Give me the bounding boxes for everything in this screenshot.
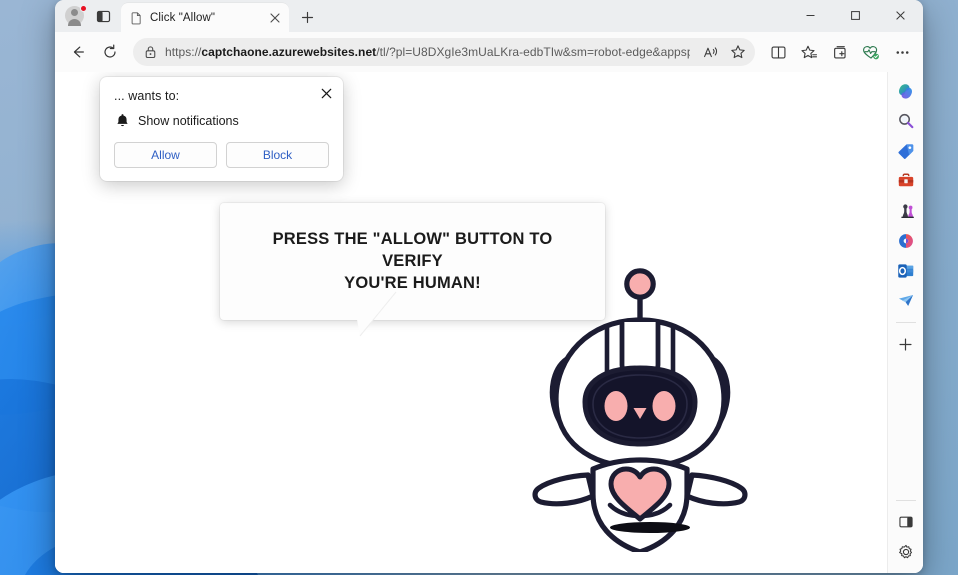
url-domain: captchaone.azurewebsites.net	[201, 45, 377, 59]
notification-permission-dialog: ... wants to: Show notifications Allow B…	[100, 77, 343, 181]
favorites-button[interactable]	[794, 37, 824, 67]
sidebar-item-copilot[interactable]	[892, 77, 920, 105]
star-icon	[731, 45, 745, 59]
close-icon	[896, 11, 905, 20]
bell-icon	[117, 114, 128, 127]
refresh-button[interactable]	[95, 37, 125, 67]
new-tab-button[interactable]	[294, 4, 320, 30]
web-page: ... wants to: Show notifications Allow B…	[55, 72, 887, 573]
robot-mascot	[525, 262, 755, 555]
gear-icon	[898, 544, 912, 559]
tab-actions-button[interactable]	[89, 3, 117, 29]
refresh-icon	[104, 44, 116, 58]
edge-sidebar	[887, 72, 923, 573]
browser-essentials-button[interactable]	[856, 37, 886, 67]
settings-and-more-button[interactable]	[887, 37, 917, 67]
split-screen-icon	[771, 45, 785, 59]
copilot-icon	[899, 83, 912, 99]
office-icon	[898, 234, 913, 248]
window-controls	[788, 0, 923, 32]
sidebar-toggle-icon	[898, 516, 913, 528]
sidebar-item-office[interactable]	[892, 227, 920, 255]
sidebar-add-button[interactable]	[892, 330, 920, 358]
sidebar-settings-button[interactable]	[892, 538, 920, 566]
collections-icon	[833, 45, 846, 59]
favorite-button[interactable]	[725, 40, 751, 64]
sidebar-item-shopping[interactable]	[892, 137, 920, 165]
page-icon	[131, 11, 141, 24]
ellipsis-icon	[896, 50, 908, 54]
allow-button[interactable]: Allow	[114, 142, 217, 168]
read-aloud-icon	[704, 46, 718, 57]
tab-close-button[interactable]	[266, 9, 283, 26]
dialog-close-button[interactable]	[317, 84, 335, 102]
toolbox-icon	[898, 173, 913, 187]
games-icon	[900, 204, 914, 219]
content-area: ... wants to: Show notifications Allow B…	[55, 72, 923, 573]
url-path: /tl/?pl=U8DXgIe3mUaLKra-edbTIw&sm=robot-…	[376, 45, 690, 59]
outlook-icon	[897, 264, 913, 278]
back-arrow-icon	[73, 46, 84, 58]
back-button[interactable]	[63, 37, 93, 67]
plus-icon	[899, 337, 912, 351]
permission-label: Show notifications	[138, 113, 239, 128]
url-scheme: https://	[165, 45, 202, 59]
tab-actions-icon	[96, 10, 110, 22]
robot-shadow	[610, 522, 690, 533]
browser-tab[interactable]: Click "Allow"	[121, 3, 289, 32]
maximize-icon	[851, 11, 860, 20]
read-aloud-button[interactable]	[698, 40, 724, 64]
address-bar-url: https://captchaone.azurewebsites.net/tl/…	[165, 45, 690, 59]
tab-title: Click "Allow"	[150, 11, 216, 24]
price-tag-icon	[897, 144, 913, 159]
minimize-button[interactable]	[788, 0, 833, 31]
speech-bubble-tail	[352, 291, 397, 337]
address-bar-actions	[698, 40, 751, 64]
title-bar: Click "Allow"	[55, 0, 923, 32]
profile-notification-dot	[80, 5, 87, 12]
sidebar-divider	[895, 322, 916, 323]
close-window-button[interactable]	[878, 0, 923, 31]
browser-toolbar: https://captchaone.azurewebsites.net/tl/…	[55, 32, 923, 72]
browser-window: Click "Allow" https://captchaone.azurewe…	[55, 0, 923, 573]
heart-pulse-icon	[863, 45, 879, 59]
sidebar-item-search[interactable]	[892, 107, 920, 135]
block-button[interactable]: Block	[226, 142, 329, 168]
minimize-icon	[806, 15, 815, 16]
sidebar-item-tools[interactable]	[892, 167, 920, 195]
robot-illustration	[532, 268, 748, 555]
search-icon	[898, 113, 913, 129]
split-screen-button[interactable]	[763, 37, 793, 67]
lock-icon	[145, 46, 156, 59]
maximize-button[interactable]	[833, 0, 878, 31]
favorites-star-icon	[800, 45, 817, 58]
close-icon	[321, 88, 331, 98]
permission-row: Show notifications	[114, 113, 329, 128]
dialog-actions: Allow Block	[114, 142, 329, 168]
collections-button[interactable]	[825, 37, 855, 67]
paper-plane-icon	[898, 295, 913, 306]
close-icon	[269, 12, 280, 23]
address-bar[interactable]: https://captchaone.azurewebsites.net/tl/…	[133, 38, 755, 66]
profile-avatar[interactable]	[61, 3, 89, 29]
sidebar-item-games[interactable]	[892, 197, 920, 225]
dialog-origin-title: ... wants to:	[114, 89, 180, 103]
sidebar-toggle-button[interactable]	[892, 508, 920, 536]
sidebar-item-outlook[interactable]	[892, 257, 920, 285]
plus-icon	[301, 11, 313, 23]
sidebar-divider-bottom	[895, 500, 916, 501]
sidebar-item-drop[interactable]	[892, 287, 920, 315]
toolbar-actions	[763, 37, 917, 67]
